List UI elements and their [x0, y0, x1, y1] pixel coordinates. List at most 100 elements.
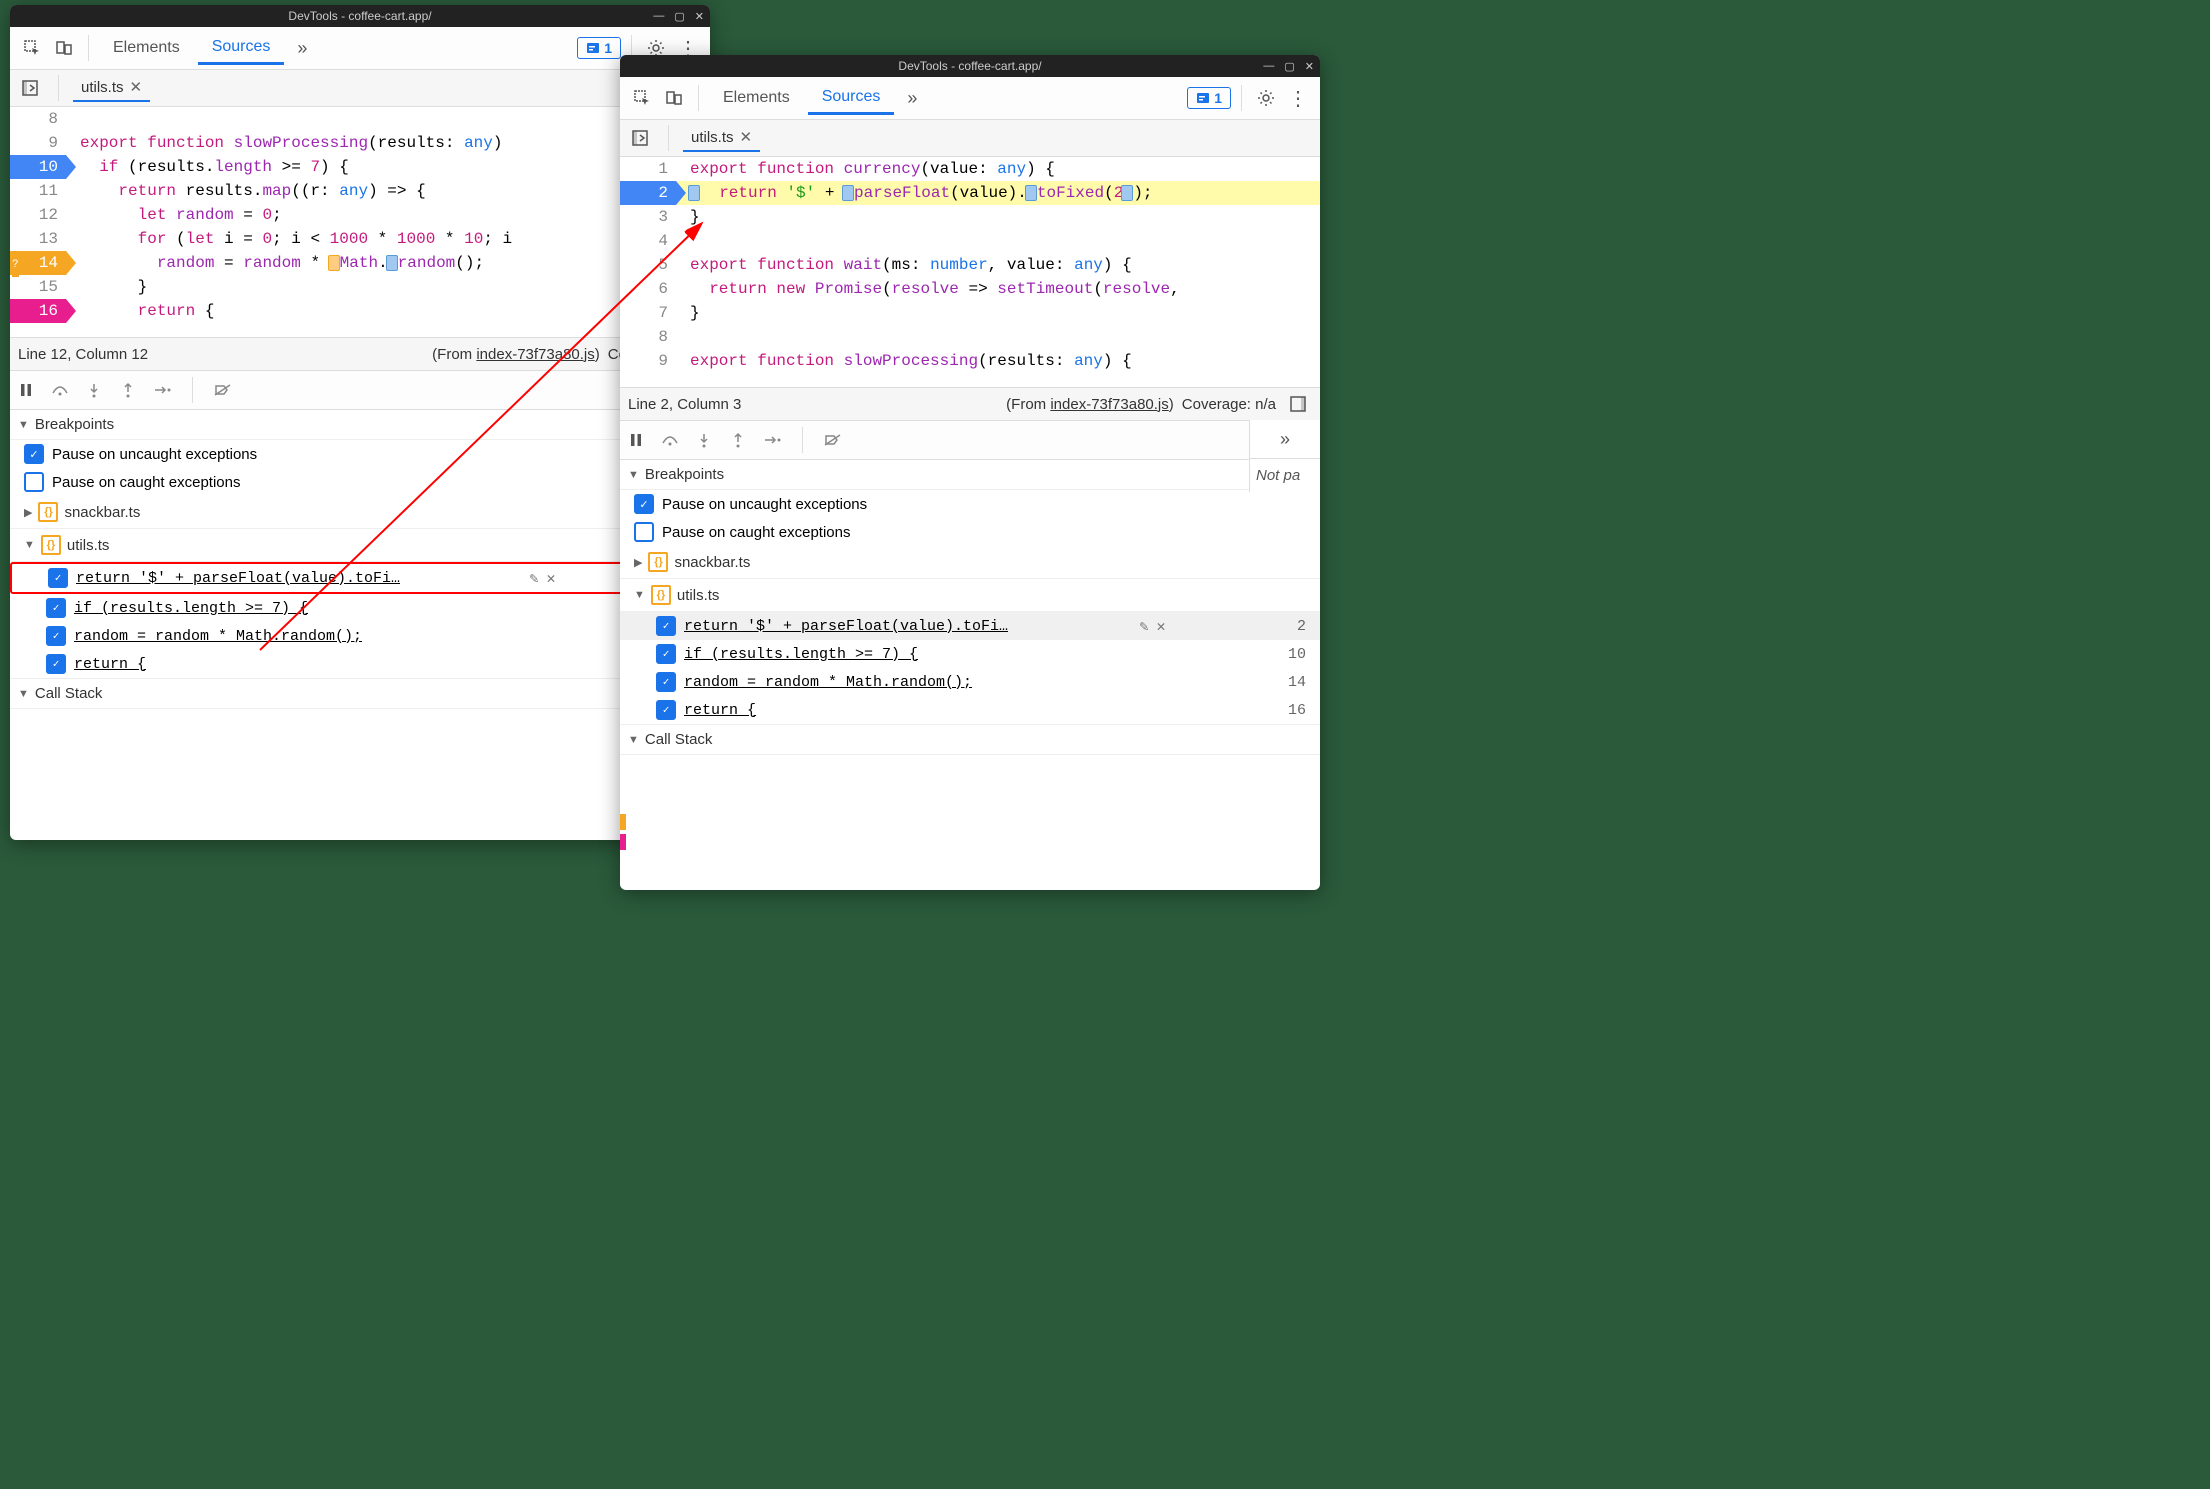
- breakpoint-row[interactable]: ✓random = random * Math.random();14: [10, 622, 710, 650]
- delete-icon[interactable]: ✕: [547, 569, 556, 588]
- breakpoints-header[interactable]: ▼ Breakpoints: [620, 460, 1320, 490]
- close-button[interactable]: ✕: [1305, 60, 1314, 73]
- code-line[interactable]: 7}: [620, 301, 1320, 325]
- sourcemap-link[interactable]: index-73f73a80.js: [1050, 396, 1168, 413]
- line-number[interactable]: 3: [620, 205, 676, 229]
- checkbox-unchecked-icon[interactable]: [24, 472, 44, 492]
- tab-sources[interactable]: Sources: [198, 32, 285, 65]
- breakpoint-file-utils[interactable]: ▼ {} utils.ts: [10, 529, 710, 562]
- code-editor[interactable]: 89export function slowProcessing(results…: [10, 107, 710, 337]
- checkbox-checked-icon[interactable]: ✓: [656, 644, 676, 664]
- step-out-icon[interactable]: [118, 380, 138, 400]
- checkbox-unchecked-icon[interactable]: [634, 522, 654, 542]
- line-number[interactable]: 7: [620, 301, 676, 325]
- kebab-menu-icon[interactable]: ⋮: [1284, 84, 1312, 112]
- checkbox-checked-icon[interactable]: ✓: [46, 598, 66, 618]
- line-number[interactable]: 15: [10, 275, 66, 299]
- delete-icon[interactable]: ✕: [1157, 617, 1166, 636]
- callstack-header[interactable]: ▼ Call Stack: [10, 678, 710, 709]
- breakpoint-row[interactable]: ✓if (results.length >= 7) {10: [620, 640, 1320, 668]
- line-number[interactable]: 4: [620, 229, 676, 253]
- breakpoint-row[interactable]: ✓random = random * Math.random();14: [620, 668, 1320, 696]
- inspect-icon[interactable]: [18, 34, 46, 62]
- checkbox-checked-icon[interactable]: ✓: [634, 494, 654, 514]
- pause-uncaught-row[interactable]: ✓ Pause on uncaught exceptions: [10, 440, 710, 468]
- code-line[interactable]: 6 return new Promise(resolve => setTimeo…: [620, 277, 1320, 301]
- device-toolbar-icon[interactable]: [660, 84, 688, 112]
- code-line[interactable]: 1export function currency(value: any) {: [620, 157, 1320, 181]
- line-number[interactable]: 5: [620, 253, 676, 277]
- checkbox-checked-icon[interactable]: ✓: [24, 444, 44, 464]
- tab-elements[interactable]: Elements: [99, 33, 194, 63]
- breakpoint-row[interactable]: ✓if (results.length >= 7) {10: [10, 594, 710, 622]
- sidebar-toggle-icon[interactable]: [1284, 390, 1312, 418]
- code-line[interactable]: 2 return '$' + parseFloat(value).toFixed…: [620, 181, 1320, 205]
- line-number[interactable]: 6: [620, 277, 676, 301]
- navigator-toggle-icon[interactable]: [16, 74, 44, 102]
- code-line[interactable]: 4: [620, 229, 1320, 253]
- step-icon[interactable]: [152, 380, 172, 400]
- checkbox-checked-icon[interactable]: ✓: [46, 654, 66, 674]
- sidepanel-more-icon[interactable]: »: [1250, 420, 1320, 459]
- pause-uncaught-row[interactable]: ✓ Pause on uncaught exceptions: [620, 490, 1320, 518]
- code-line[interactable]: 8: [620, 325, 1320, 349]
- issues-badge[interactable]: 1: [1187, 87, 1231, 109]
- pause-icon[interactable]: [626, 430, 646, 450]
- step-into-icon[interactable]: [694, 430, 714, 450]
- maximize-button[interactable]: ▢: [1284, 60, 1294, 73]
- deactivate-breakpoints-icon[interactable]: [213, 380, 233, 400]
- line-number[interactable]: 16: [10, 299, 66, 323]
- line-number[interactable]: 12: [10, 203, 66, 227]
- sourcemap-link[interactable]: index-73f73a80.js: [476, 346, 594, 363]
- line-number[interactable]: 9: [620, 349, 676, 373]
- breakpoints-header[interactable]: ▼ Breakpoints: [10, 410, 710, 440]
- code-line[interactable]: 10 if (results.length >= 7) {: [10, 155, 710, 179]
- inspect-icon[interactable]: [628, 84, 656, 112]
- navigator-toggle-icon[interactable]: [626, 124, 654, 152]
- step-over-icon[interactable]: [50, 380, 70, 400]
- minimize-button[interactable]: —: [653, 10, 664, 23]
- breakpoint-row[interactable]: ✓return {16: [620, 696, 1320, 724]
- breakpoint-file-utils[interactable]: ▼ {} utils.ts: [620, 579, 1320, 612]
- code-line[interactable]: 9export function slowProcessing(results:…: [620, 349, 1320, 373]
- checkbox-checked-icon[interactable]: ✓: [656, 616, 676, 636]
- step-into-icon[interactable]: [84, 380, 104, 400]
- pause-caught-row[interactable]: Pause on caught exceptions: [620, 518, 1320, 546]
- code-line[interactable]: 12 let random = 0;: [10, 203, 710, 227]
- code-line[interactable]: 9export function slowProcessing(results:…: [10, 131, 710, 155]
- checkbox-checked-icon[interactable]: ✓: [48, 568, 68, 588]
- device-toolbar-icon[interactable]: [50, 34, 78, 62]
- tab-sources[interactable]: Sources: [808, 82, 895, 115]
- line-number[interactable]: 11: [10, 179, 66, 203]
- callstack-header[interactable]: ▼ Call Stack: [620, 724, 1320, 755]
- code-line[interactable]: 8: [10, 107, 710, 131]
- line-number[interactable]: 13: [10, 227, 66, 251]
- line-number[interactable]: 2: [620, 181, 676, 205]
- checkbox-checked-icon[interactable]: ✓: [656, 700, 676, 720]
- file-tab-utils[interactable]: utils.ts ✕: [683, 124, 760, 152]
- line-number[interactable]: 8: [620, 325, 676, 349]
- breakpoint-row[interactable]: ✓return '$' + parseFloat(value).toFi…✎✕2: [620, 612, 1320, 640]
- deactivate-breakpoints-icon[interactable]: [823, 430, 843, 450]
- code-editor[interactable]: 1export function currency(value: any) {2…: [620, 157, 1320, 387]
- file-tab-utils[interactable]: utils.ts ✕: [73, 74, 150, 102]
- line-number[interactable]: 8: [10, 107, 66, 131]
- checkbox-checked-icon[interactable]: ✓: [46, 626, 66, 646]
- code-line[interactable]: 15 }: [10, 275, 710, 299]
- breakpoint-row[interactable]: ✓return {16: [10, 650, 710, 678]
- tab-elements[interactable]: Elements: [709, 83, 804, 113]
- settings-icon[interactable]: [1252, 84, 1280, 112]
- issues-badge[interactable]: 1: [577, 37, 621, 59]
- maximize-button[interactable]: ▢: [674, 10, 684, 23]
- line-number[interactable]: 9: [10, 131, 66, 155]
- breakpoint-file-snackbar[interactable]: ▶ {} snackbar.ts: [10, 496, 710, 529]
- step-over-icon[interactable]: [660, 430, 680, 450]
- line-number[interactable]: 1: [620, 157, 676, 181]
- more-tabs-icon[interactable]: »: [898, 84, 926, 112]
- more-tabs-icon[interactable]: »: [288, 34, 316, 62]
- code-line[interactable]: 14? random = random * Math.random();: [10, 251, 710, 275]
- code-line[interactable]: 3}: [620, 205, 1320, 229]
- edit-icon[interactable]: ✎: [529, 569, 538, 588]
- edit-icon[interactable]: ✎: [1139, 617, 1148, 636]
- checkbox-checked-icon[interactable]: ✓: [656, 672, 676, 692]
